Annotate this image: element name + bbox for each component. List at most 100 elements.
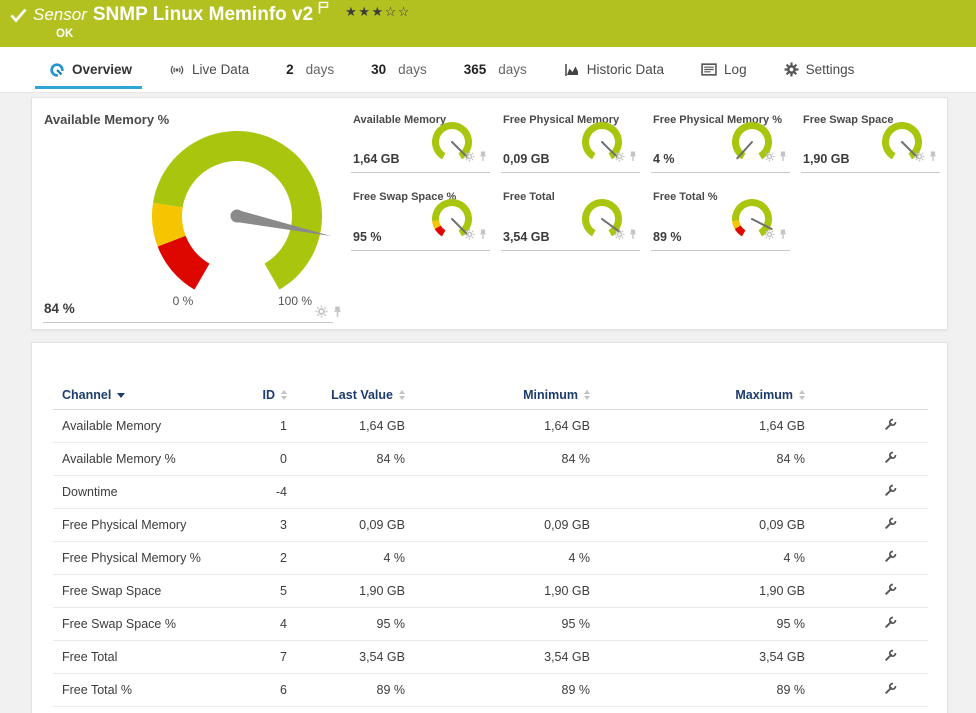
tab-settings[interactable]: Settings — [784, 47, 854, 92]
channel-settings-wrench-icon[interactable] — [884, 682, 897, 698]
channel-name[interactable]: Free Physical Memory — [53, 508, 223, 542]
gauge-settings-gear-icon[interactable] — [315, 305, 328, 323]
channel-name[interactable]: Free Physical Memory % — [53, 541, 223, 575]
flag-icon[interactable] — [318, 1, 329, 19]
channel-name[interactable]: Free Swap Space % — [53, 607, 223, 641]
channel-last-value: 84 % — [287, 442, 405, 476]
star-filled-icon[interactable]: ★★★ — [345, 4, 384, 19]
channel-settings-wrench-icon[interactable] — [884, 484, 897, 500]
table-row[interactable]: Free Total 7 3,54 GB 3,54 GB 3,54 GB — [53, 640, 928, 674]
channel-id: 5 — [223, 574, 287, 608]
mini-gauge-value: 1,64 GB — [353, 152, 400, 166]
gauge-settings-gear-icon[interactable] — [764, 227, 775, 245]
channel-name[interactable]: Free Total % — [53, 673, 223, 707]
channel-table: Channel ID Last Value Minimum Maximum Av… — [53, 381, 928, 707]
channel-settings-wrench-icon[interactable] — [884, 550, 897, 566]
pin-icon[interactable] — [928, 149, 938, 167]
table-row[interactable]: Free Total % 6 89 % 89 % 89 % — [53, 673, 928, 707]
gauge-settings-gear-icon[interactable] — [614, 149, 625, 167]
channel-last-value: 3,54 GB — [287, 640, 405, 674]
pin-icon[interactable] — [478, 149, 488, 167]
main-gauge-value: 84 % — [44, 301, 75, 316]
channel-maximum: 3,54 GB — [590, 640, 805, 674]
column-header-minimum[interactable]: Minimum — [405, 381, 590, 410]
column-header-maximum[interactable]: Maximum — [590, 381, 805, 410]
tab-2-days[interactable]: 2 days — [286, 47, 334, 92]
gauge-settings-gear-icon[interactable] — [914, 149, 925, 167]
rating-stars[interactable]: ★★★☆☆ — [345, 4, 411, 19]
table-header-row: Channel ID Last Value Minimum Maximum — [53, 381, 928, 410]
tab-historic-data[interactable]: Historic Data — [564, 47, 664, 92]
star-empty-icon[interactable]: ☆☆ — [385, 4, 411, 19]
gauge-settings-gear-icon[interactable] — [464, 149, 475, 167]
tab-365-days[interactable]: 365 days — [464, 47, 527, 92]
prtg-sensor-page: { "colors": { "header_green": "#b2c120",… — [0, 0, 976, 713]
channel-last-value: 1,90 GB — [287, 574, 405, 608]
sort-icon — [281, 390, 287, 401]
sensor-kind-label: Sensor — [33, 5, 87, 24]
gauge-min-label: 0 % — [172, 294, 194, 308]
sort-icon — [399, 390, 405, 401]
channel-id: 7 — [223, 640, 287, 674]
channel-settings-wrench-icon[interactable] — [884, 517, 897, 533]
channel-minimum: 0,09 GB — [405, 508, 590, 542]
pin-icon[interactable] — [478, 227, 488, 245]
channel-name[interactable]: Free Swap Space — [53, 574, 223, 608]
mini-gauge-free-swap-space: Free Swap Space 1,90 GB — [801, 107, 940, 173]
channel-id: 2 — [223, 541, 287, 575]
sort-desc-icon — [117, 392, 126, 398]
sort-icon — [799, 390, 805, 401]
table-row[interactable]: Available Memory % 0 84 % 84 % 84 % — [53, 442, 928, 476]
tab-log[interactable]: Log — [701, 47, 747, 92]
channel-id: 1 — [223, 409, 287, 443]
gauge-icon — [49, 62, 65, 78]
mini-gauge-label: Free Total % — [653, 191, 718, 203]
table-row[interactable]: Free Swap Space 5 1,90 GB 1,90 GB 1,90 G… — [53, 574, 928, 608]
mini-gauge-value: 4 % — [653, 152, 675, 166]
table-row[interactable]: Downtime -4 — [53, 475, 928, 509]
mini-gauge-free-total-pct: Free Total % 89 % — [651, 184, 790, 251]
gauge-settings-gear-icon[interactable] — [764, 149, 775, 167]
mini-gauge-free-total: Free Total 3,54 GB — [501, 184, 640, 251]
table-row[interactable]: Free Physical Memory % 2 4 % 4 % 4 % — [53, 541, 928, 575]
channel-name[interactable]: Free Total — [53, 640, 223, 674]
channel-minimum: 3,54 GB — [405, 640, 590, 674]
mini-gauge-value: 89 % — [653, 230, 682, 244]
pin-icon[interactable] — [628, 227, 638, 245]
pin-icon[interactable] — [778, 227, 788, 245]
pin-icon[interactable] — [778, 149, 788, 167]
channel-maximum: 89 % — [590, 673, 805, 707]
channel-last-value: 89 % — [287, 673, 405, 707]
table-row[interactable]: Available Memory 1 1,64 GB 1,64 GB 1,64 … — [53, 409, 928, 443]
channel-settings-wrench-icon[interactable] — [884, 418, 897, 434]
mini-gauge-value: 3,54 GB — [503, 230, 550, 244]
channel-settings-wrench-icon[interactable] — [884, 649, 897, 665]
table-row[interactable]: Free Physical Memory 3 0,09 GB 0,09 GB 0… — [53, 508, 928, 542]
gauge-settings-gear-icon[interactable] — [614, 227, 625, 245]
channel-minimum: 1,64 GB — [405, 409, 590, 443]
channel-minimum: 84 % — [405, 442, 590, 476]
column-header-channel[interactable]: Channel — [53, 381, 223, 410]
tab-30-days[interactable]: 30 days — [371, 47, 427, 92]
pin-icon[interactable] — [332, 305, 343, 323]
table-row[interactable]: Free Swap Space % 4 95 % 95 % 95 % — [53, 607, 928, 641]
column-header-id[interactable]: ID — [223, 381, 287, 410]
channel-settings-wrench-icon[interactable] — [884, 451, 897, 467]
gauge-settings-gear-icon[interactable] — [464, 227, 475, 245]
column-header-actions — [805, 381, 928, 410]
channel-settings-wrench-icon[interactable] — [884, 583, 897, 599]
channel-settings-wrench-icon[interactable] — [884, 616, 897, 632]
channel-last-value: 0,09 GB — [287, 508, 405, 542]
channel-name[interactable]: Downtime — [53, 475, 223, 509]
channel-minimum: 89 % — [405, 673, 590, 707]
channel-last-value: 95 % — [287, 607, 405, 641]
tab-bar: Overview Live Data 2 days 30 days 365 days … — [0, 47, 976, 93]
mini-gauge-available-memory: Available Memory 1,64 GB — [351, 107, 490, 173]
channel-name[interactable]: Available Memory — [53, 409, 223, 443]
pin-icon[interactable] — [628, 149, 638, 167]
tab-overview[interactable]: Overview — [34, 47, 143, 92]
column-header-last-value[interactable]: Last Value — [287, 381, 405, 410]
channel-name[interactable]: Available Memory % — [53, 442, 223, 476]
mini-gauge-value: 95 % — [353, 230, 382, 244]
tab-live-data[interactable]: Live Data — [169, 47, 249, 92]
